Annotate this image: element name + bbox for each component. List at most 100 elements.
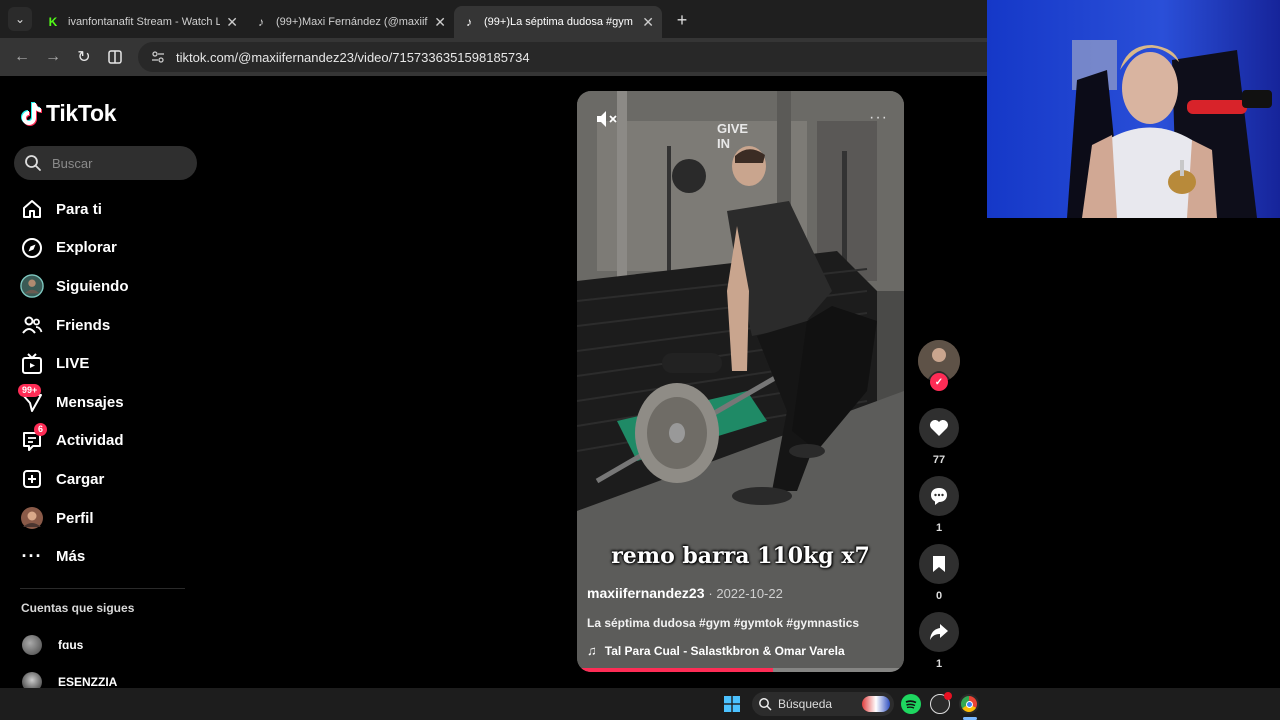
video-caption[interactable]: La séptima dudosa #gym #gymtok #gymnasti… — [587, 616, 859, 630]
search-highlight-icon — [862, 696, 890, 712]
live-icon — [20, 352, 44, 376]
video-music[interactable]: ♫ Tal Para Cual - Salastkbron & Omar Var… — [587, 643, 845, 658]
account-name: fɑus — [58, 638, 84, 652]
close-icon[interactable]: ✕ — [642, 14, 654, 31]
sidebar-item-label: Perfil — [56, 509, 94, 527]
avatar-icon — [20, 274, 44, 299]
share-button[interactable] — [919, 612, 959, 652]
mute-icon[interactable] — [595, 109, 619, 129]
following-account-item[interactable]: fɑus — [22, 635, 83, 655]
tiktok-icon: ♪ — [258, 15, 264, 29]
app-badge-icon[interactable] — [930, 692, 952, 714]
windows-taskbar: Búsqueda — [0, 688, 1280, 720]
sidebar-item-mensajes[interactable]: 99+ Mensajes — [14, 383, 204, 422]
kick-icon: K — [48, 15, 58, 29]
sidebar-item-label: Actividad — [56, 432, 124, 450]
more-options-icon[interactable]: ··· — [869, 109, 888, 127]
follow-check-icon[interactable]: ✓ — [930, 373, 948, 391]
sidebar-item-label: Para ti — [56, 200, 102, 218]
sidebar-item-label: Más — [56, 548, 86, 566]
messages-icon: 99+ — [18, 384, 44, 414]
comment-count: 1 — [935, 522, 943, 534]
sidebar-item-label: Friends — [56, 316, 111, 334]
back-icon[interactable]: ← — [8, 43, 36, 71]
reload-icon[interactable]: ↻ — [70, 43, 98, 71]
video-progress-fill — [577, 668, 774, 672]
taskbar-search[interactable]: Búsqueda — [752, 692, 894, 716]
tab-search-chevron-icon[interactable]: ⌄ — [8, 7, 32, 31]
account-name: ESENZZIA — [58, 675, 118, 688]
search-icon — [759, 698, 772, 711]
chrome-center-icon — [966, 701, 973, 708]
sidebar-item-label: Cargar — [56, 470, 105, 488]
activity-badge: 6 — [34, 422, 48, 436]
windows-start-icon[interactable] — [724, 696, 740, 712]
profile-avatar-icon — [20, 506, 44, 530]
close-icon[interactable]: ✕ — [434, 14, 446, 31]
close-icon[interactable]: ✕ — [226, 14, 238, 31]
sidebar-divider — [20, 588, 185, 589]
webcam-image — [987, 0, 1280, 218]
video-author[interactable]: maxiifernandez23 — [587, 585, 705, 601]
share-icon — [930, 624, 948, 640]
following-account-item[interactable]: ESENZZIA — [22, 672, 117, 688]
search-placeholder: Buscar — [52, 155, 93, 171]
more-icon: ··· — [21, 546, 43, 567]
tiktok-wordmark: TikTok — [46, 100, 117, 126]
sidebar-item-cargar[interactable]: Cargar — [14, 460, 204, 499]
search-icon — [25, 155, 41, 171]
browser-tab-profile[interactable]: ♪ (99+)Maxi Fernández (@maxiifernandez23… — [246, 6, 454, 38]
video-overlay-text: remo barra 110kg x7 — [611, 543, 870, 569]
sidebar-item-friends[interactable]: Friends — [14, 306, 204, 345]
tiktok-icon: ♪ — [466, 15, 472, 29]
video-player[interactable]: GIVE IN ··· remo barra 110kg x7 maxiifer… — [577, 91, 904, 672]
activity-icon: 6 — [20, 422, 48, 453]
save-button[interactable] — [919, 544, 959, 584]
tiktok-logo-icon — [21, 101, 42, 126]
tab-title: ivanfontanafit Stream - Watch Live — [68, 16, 221, 28]
video-progress-bar[interactable] — [577, 668, 904, 672]
browser-tab-kick[interactable]: K ivanfontanafit Stream - Watch Live ✕ — [38, 6, 246, 38]
browser-tab-video[interactable]: ♪ (99+)La séptima dudosa #gym #gymtok ✕ — [454, 6, 662, 38]
search-input[interactable]: Buscar — [14, 146, 197, 180]
following-section-title: Cuentas que sigues — [21, 601, 135, 615]
split-view-icon[interactable] — [101, 43, 129, 71]
spotify-icon[interactable] — [901, 694, 921, 714]
video-author-line: maxiifernandez23 · 2022-10-22 — [587, 585, 783, 601]
music-note-icon: ♫ — [587, 643, 597, 658]
taskbar-search-label: Búsqueda — [778, 697, 833, 711]
sidebar-item-siguiendo[interactable]: Siguiendo — [14, 267, 204, 306]
tab-title: (99+)Maxi Fernández (@maxiifernandez23) — [276, 16, 428, 28]
upload-icon — [20, 467, 44, 491]
forward-icon[interactable]: → — [39, 43, 67, 71]
sidebar-item-para-ti[interactable]: Para ti — [14, 190, 204, 229]
sidebar-item-live[interactable]: LIVE — [14, 344, 204, 383]
webcam-overlay — [987, 0, 1280, 218]
bookmark-icon — [933, 556, 945, 572]
site-info-icon[interactable] — [150, 49, 166, 65]
new-tab-button[interactable]: + — [668, 6, 696, 34]
account-avatar — [22, 672, 42, 688]
compass-icon — [20, 236, 44, 260]
like-button[interactable] — [919, 408, 959, 448]
browser-toolbar: ← → ↻ tiktok.com/@maxiifernandez23/video… — [0, 38, 990, 76]
messages-badge: 99+ — [18, 384, 42, 398]
sidebar-item-label: LIVE — [56, 355, 90, 373]
music-title: Tal Para Cual - Salastkbron & Omar Varel… — [604, 643, 845, 658]
sidebar-item-perfil[interactable]: Perfil — [14, 499, 204, 538]
tiktok-logo[interactable]: TikTok — [20, 100, 117, 127]
tiktok-sidebar: TikTok Buscar Para ti Explorar Siguiendo — [0, 76, 210, 688]
sidebar-item-actividad[interactable]: 6 Actividad — [14, 422, 204, 461]
address-bar[interactable]: tiktok.com/@maxiifernandez23/video/71573… — [138, 42, 990, 72]
chrome-icon[interactable] — [959, 694, 979, 714]
share-count: 1 — [935, 658, 943, 670]
sidebar-item-mas[interactable]: ··· Más — [14, 537, 204, 576]
sidebar-item-explorar[interactable]: Explorar — [14, 229, 204, 268]
sidebar-item-label: Mensajes — [56, 393, 124, 411]
comment-button[interactable] — [919, 476, 959, 516]
save-count: 0 — [935, 590, 943, 602]
url-text: tiktok.com/@maxiifernandez23/video/71573… — [176, 49, 530, 65]
sidebar-nav: Para ti Explorar Siguiendo Friends LIVE — [14, 190, 204, 576]
notification-dot — [944, 692, 952, 700]
home-icon — [20, 197, 44, 221]
